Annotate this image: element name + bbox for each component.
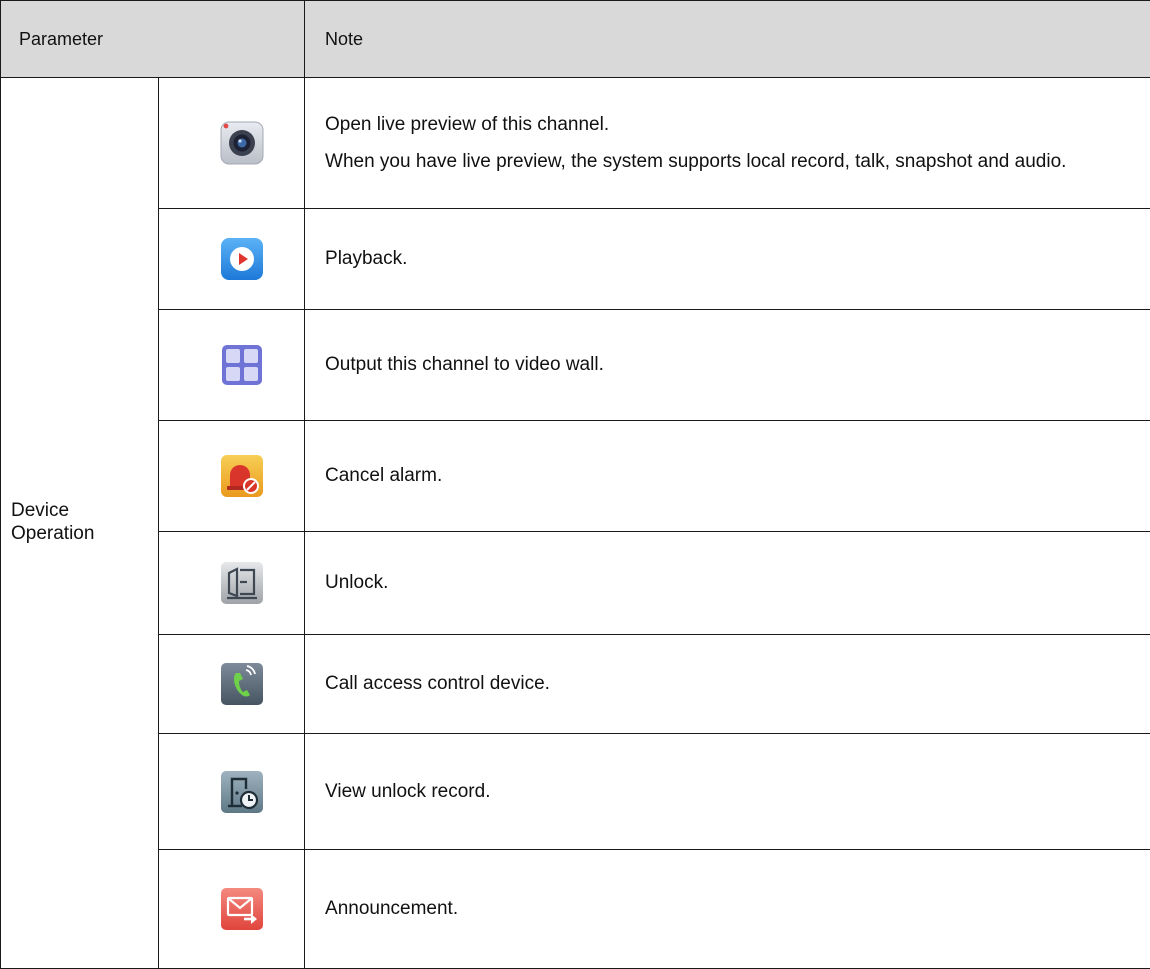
note-text: When you have live preview, the system s… [325, 149, 1136, 174]
note-cell: Open live preview of this channel. When … [305, 78, 1150, 209]
note-text: Playback. [325, 246, 1136, 271]
table-header-row: Parameter Note [1, 1, 1150, 78]
icon-cell [159, 310, 305, 421]
icon-cell [159, 635, 305, 734]
group-label-line2: Operation [11, 523, 94, 544]
announcement-icon [220, 886, 264, 932]
table-row: View unlock record. [1, 734, 1150, 850]
table-row: Output this channel to video wall. [1, 310, 1150, 421]
note-cell: View unlock record. [305, 734, 1150, 850]
unlock-icon [220, 560, 264, 606]
note-cell: Call access control device. [305, 635, 1150, 734]
note-cell: Announcement. [305, 850, 1150, 969]
note-cell: Cancel alarm. [305, 421, 1150, 532]
camera-icon [220, 120, 264, 166]
note-text: Announcement. [325, 896, 1136, 921]
icon-cell [159, 532, 305, 635]
group-label-line1: Device [11, 500, 69, 521]
table-row: Call access control device. [1, 635, 1150, 734]
header-note: Note [305, 1, 1150, 78]
note-text: Unlock. [325, 570, 1136, 595]
note-text: Output this channel to video wall. [325, 352, 1136, 377]
table-row: Cancel alarm. [1, 421, 1150, 532]
icon-cell [159, 209, 305, 310]
note-text: View unlock record. [325, 779, 1136, 804]
note-cell: Unlock. [305, 532, 1150, 635]
table-row: Playback. [1, 209, 1150, 310]
icon-cell [159, 78, 305, 209]
note-text: Call access control device. [325, 671, 1136, 696]
header-parameter: Parameter [1, 1, 305, 78]
unlock-record-icon [220, 769, 264, 815]
note-text: Open live preview of this channel. [325, 112, 1136, 137]
cancel-alarm-icon [220, 453, 264, 499]
parameter-table: Parameter Note Device Operation Op [0, 0, 1150, 969]
group-label-cell: Device Operation [1, 78, 159, 969]
note-cell: Playback. [305, 209, 1150, 310]
call-icon [220, 661, 264, 707]
icon-cell [159, 421, 305, 532]
icon-cell [159, 734, 305, 850]
note-cell: Output this channel to video wall. [305, 310, 1150, 421]
table-row: Announcement. [1, 850, 1150, 969]
table-row: Device Operation Open live preview of th… [1, 78, 1150, 209]
playback-icon [220, 236, 264, 282]
note-text: Cancel alarm. [325, 463, 1136, 488]
table-row: Unlock. [1, 532, 1150, 635]
icon-cell [159, 850, 305, 969]
video-wall-icon [220, 342, 264, 388]
